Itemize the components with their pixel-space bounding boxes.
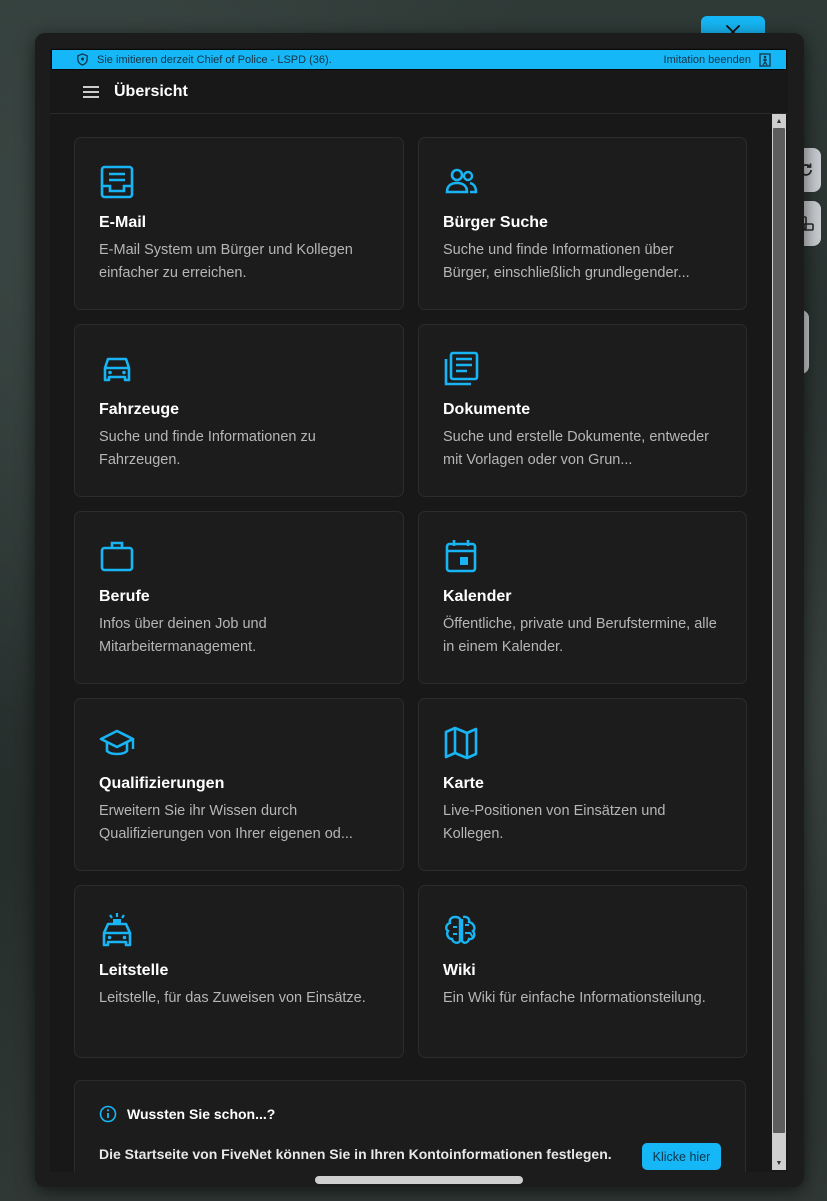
card-title: Kalender [443, 588, 512, 605]
card-dispatch[interactable]: Leitstelle Leitstelle, für das Zuweisen … [74, 885, 404, 1058]
card-calendar[interactable]: Kalender Öffentliche, private und Berufs… [418, 511, 747, 684]
inbox-icon [99, 164, 135, 200]
card-title: Wiki [443, 962, 476, 979]
scroll-up-arrow[interactable]: ▲ [772, 115, 786, 127]
home-indicator[interactable] [315, 1176, 523, 1184]
card-description: Infos über deinen Job und Mitarbeiterman… [99, 616, 267, 655]
page-title: Übersicht [114, 82, 188, 100]
end-impersonation-label: Imitation beenden [663, 53, 751, 66]
people-icon [443, 164, 479, 200]
card-title: Berufe [99, 588, 150, 605]
card-title: Qualifizierungen [99, 775, 225, 792]
card-description: Ein Wiki für einfache Informationsteilun… [443, 990, 706, 1006]
calendar-icon [443, 538, 479, 574]
app-header: Übersicht [50, 70, 788, 114]
tip-body: Die Startseite von FiveNet können Sie in… [99, 1146, 612, 1162]
card-citizen-search[interactable]: Bürger Suche Suche und finde Information… [418, 137, 747, 310]
info-icon [99, 1105, 117, 1123]
car-icon [99, 351, 135, 387]
impersonation-banner: Sie imitieren derzeit Chief of Police - … [51, 49, 787, 70]
tip-action-button[interactable]: Klicke hier [642, 1143, 721, 1170]
card-qualifications[interactable]: Qualifizierungen Erweitern Sie ihr Wisse… [74, 698, 404, 871]
card-description: Öffentliche, private und Berufstermine, … [443, 616, 717, 655]
end-impersonation-button[interactable]: Imitation beenden [663, 52, 772, 67]
exit-door-icon [759, 52, 771, 67]
card-title: Karte [443, 775, 484, 792]
card-description: Suche und erstelle Dokumente, entweder m… [443, 429, 709, 468]
card-wiki[interactable]: Wiki Ein Wiki für einfache Informationst… [418, 885, 747, 1058]
card-email[interactable]: E-Mail E-Mail System um Bürger und Kolle… [74, 137, 404, 310]
card-description: Leitstelle, für das Zuweisen von Einsätz… [99, 990, 366, 1006]
graduation-cap-icon [99, 725, 135, 761]
map-icon [443, 725, 479, 761]
brain-icon [443, 912, 479, 948]
main-content: E-Mail E-Mail System um Bürger und Kolle… [50, 114, 770, 1172]
police-car-icon [99, 912, 135, 948]
card-map[interactable]: Karte Live-Positionen von Einsätzen und … [418, 698, 747, 871]
card-title: Dokumente [443, 401, 531, 418]
app-grid: E-Mail E-Mail System um Bürger und Kolle… [74, 137, 747, 1058]
scroll-down-arrow[interactable]: ▼ [772, 1157, 786, 1169]
tip-title: Wussten Sie schon...? [127, 1106, 276, 1122]
card-description: E-Mail System um Bürger und Kollegen ein… [99, 242, 353, 281]
card-description: Live-Positionen von Einsätzen und Kolleg… [443, 803, 666, 842]
card-vehicles[interactable]: Fahrzeuge Suche und finde Informationen … [74, 324, 404, 497]
card-title: Fahrzeuge [99, 401, 180, 418]
card-documents[interactable]: Dokumente Suche und erstelle Dokumente, … [418, 324, 747, 497]
documents-icon [443, 351, 479, 387]
tip-header: Wussten Sie schon...? [99, 1105, 721, 1123]
card-title: Leitstelle [99, 962, 169, 979]
card-title: Bürger Suche [443, 214, 548, 231]
card-description: Suche und finde Informationen zu Fahrzeu… [99, 429, 316, 468]
scrollbar[interactable]: ▲ ▼ [772, 114, 786, 1170]
shield-icon [77, 53, 88, 66]
card-description: Suche und finde Informationen über Bürge… [443, 242, 690, 281]
menu-icon[interactable] [82, 85, 100, 99]
card-jobs[interactable]: Berufe Infos über deinen Job und Mitarbe… [74, 511, 404, 684]
scrollbar-thumb[interactable] [773, 128, 785, 1133]
card-description: Erweitern Sie ihr Wissen durch Qualifizi… [99, 803, 353, 842]
impersonation-text: Sie imitieren derzeit Chief of Police - … [97, 53, 332, 66]
app-screen: Sie imitieren derzeit Chief of Police - … [50, 48, 788, 1172]
card-title: E-Mail [99, 214, 147, 231]
tip-box: Wussten Sie schon...? Die Startseite von… [74, 1080, 746, 1172]
briefcase-icon [99, 538, 135, 574]
